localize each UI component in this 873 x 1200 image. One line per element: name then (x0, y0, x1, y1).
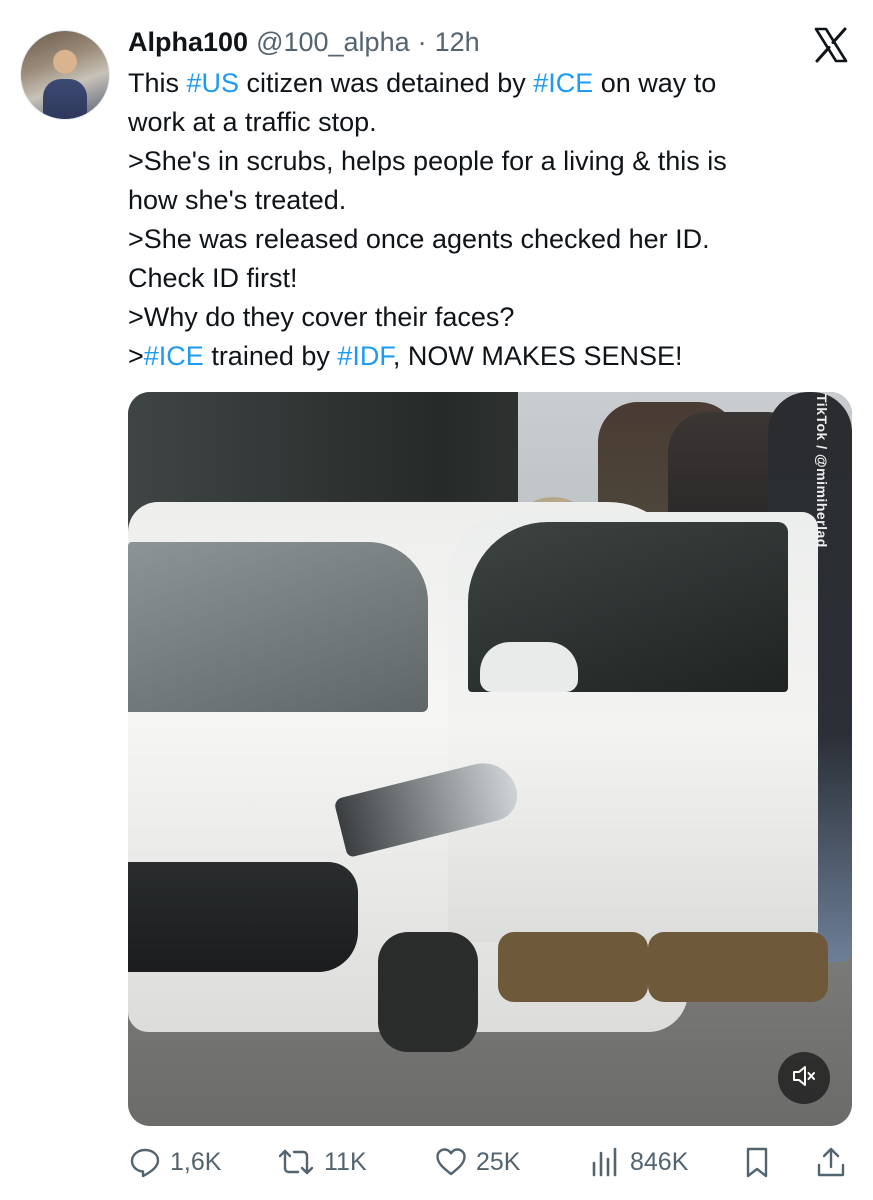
tweet-text-segment: on way to (593, 68, 717, 98)
reply-count: 1,6K (170, 1147, 222, 1176)
hashtag-link[interactable]: #ICE (533, 68, 593, 98)
tweet-text-segment: work at a traffic stop. (128, 107, 377, 137)
tweet-text-line: >#ICE trained by #IDF, NOW MAKES SENSE! (128, 337, 848, 376)
tweet-text-segment: how she's treated. (128, 185, 347, 215)
tweet-text-line: how she's treated. (128, 181, 848, 220)
repost-count: 11K (324, 1147, 367, 1176)
tiktok-watermark: TikTok / @mimiherlad (814, 394, 830, 548)
repost-button[interactable]: 11K (276, 1138, 367, 1186)
bookmark-icon (740, 1145, 774, 1179)
tweet-text-line: Check ID first! (128, 259, 848, 298)
avatar-figure (43, 79, 87, 119)
boots (648, 932, 828, 1002)
tweet-text-segment: citizen was detained by (239, 68, 534, 98)
hashtag-link[interactable]: #US (187, 68, 240, 98)
heart-icon (434, 1145, 468, 1179)
separator-dot: · (417, 26, 427, 57)
tweet-text-segment: >She's in scrubs, helps people for a liv… (128, 146, 727, 176)
tweet-text: This #US citizen was detained by #ICE on… (128, 64, 848, 376)
user-display-name[interactable]: Alpha100 (128, 27, 248, 58)
hashtag-link[interactable]: #ICE (144, 341, 204, 371)
like-button[interactable]: 25K (434, 1138, 520, 1186)
tweet-text-line: work at a traffic stop. (128, 103, 848, 142)
share-button[interactable] (814, 1138, 848, 1186)
x-logo-icon[interactable] (812, 26, 850, 64)
tweet-header: Alpha100 @100_alpha · 12h (128, 22, 480, 62)
tweet-text-line: This #US citizen was detained by #ICE on… (128, 64, 848, 103)
car-wheel (378, 932, 478, 1052)
tweet-text-segment: , NOW MAKES SENSE! (392, 341, 683, 371)
mute-button[interactable] (778, 1052, 830, 1104)
views-button[interactable]: 846K (588, 1138, 688, 1186)
views-bar-chart-icon (588, 1145, 622, 1179)
tweet-text-segment: This (128, 68, 187, 98)
repost-icon (276, 1145, 316, 1179)
speaker-muted-icon (791, 1063, 817, 1094)
user-handle[interactable]: @100_alpha (256, 27, 410, 58)
like-count: 25K (476, 1147, 521, 1176)
tweet-text-segment: > (128, 341, 144, 371)
share-icon (814, 1145, 848, 1179)
views-count: 846K (630, 1147, 689, 1176)
avatar[interactable] (20, 30, 110, 120)
car-windshield (128, 542, 428, 712)
tweet-text-segment: >She was released once agents checked he… (128, 224, 710, 254)
tweet-text-line: >She's in scrubs, helps people for a liv… (128, 142, 848, 181)
tweet-text-segment: >Why do they cover their faces? (128, 302, 515, 332)
bookmark-button[interactable] (740, 1138, 774, 1186)
reply-button[interactable]: 1,6K (128, 1138, 221, 1186)
hashtag-link[interactable]: #IDF (337, 341, 393, 371)
reply-icon (128, 1145, 162, 1179)
tweet-text-segment: trained by (203, 341, 338, 371)
car-grille (128, 862, 358, 972)
car-mirror (480, 642, 578, 692)
action-bar: 1,6K 11K 25K 846K (128, 1138, 852, 1186)
tweet-text-segment: Check ID first! (128, 263, 298, 293)
tweet-text-line: >Why do they cover their faces? (128, 298, 848, 337)
boots (498, 932, 648, 1002)
timestamp[interactable]: 12h (435, 27, 480, 58)
tweet-text-line: >She was released once agents checked he… (128, 220, 848, 259)
video-media[interactable]: TikTok / @mimiherlad (128, 392, 852, 1126)
